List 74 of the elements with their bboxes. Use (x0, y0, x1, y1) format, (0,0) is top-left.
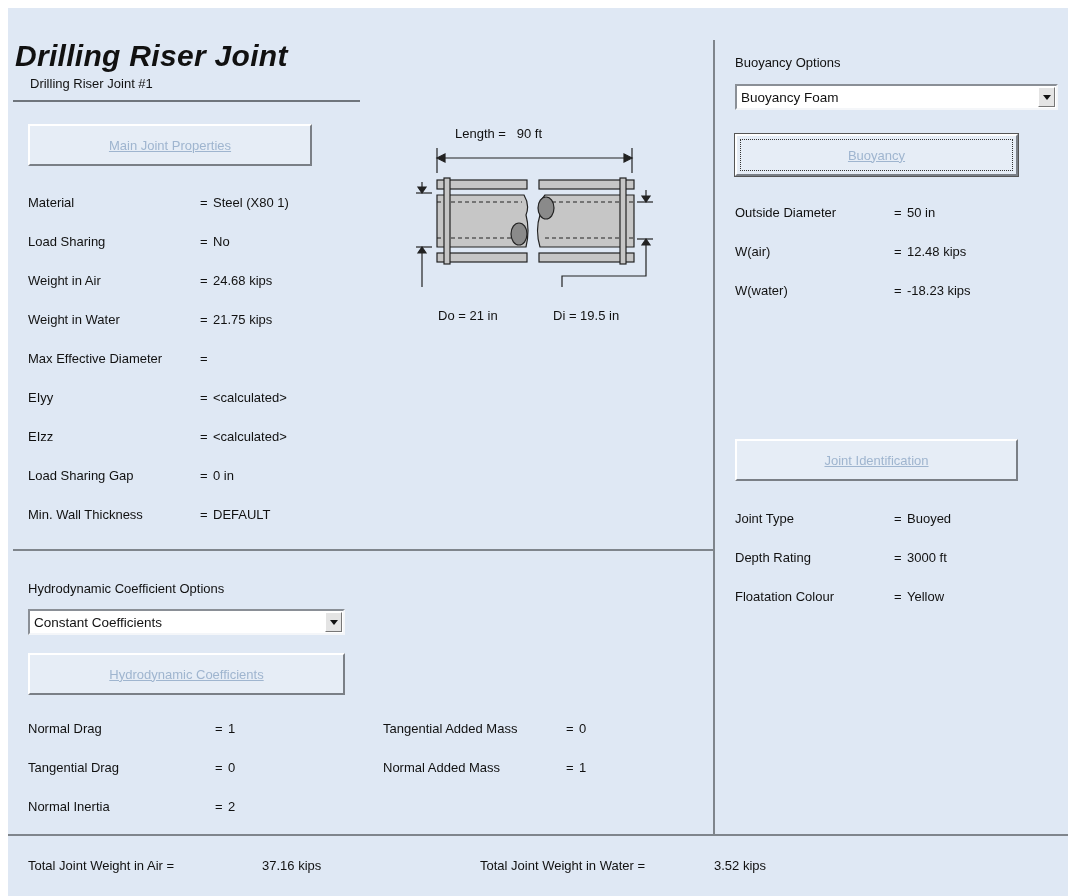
property-label: Min. Wall Thickness (28, 507, 143, 522)
property-label: W(water) (735, 283, 788, 298)
property-value: DEFAULT (213, 507, 271, 522)
property-label: W(air) (735, 244, 771, 259)
equals-sign: = (894, 511, 902, 526)
section-label: Buoyancy Options (735, 55, 841, 71)
property-value: 3000 ft (907, 550, 947, 565)
property-label: Floatation Colour (735, 589, 834, 604)
property-label: Load Sharing Gap (28, 468, 134, 483)
caret-down-icon (1042, 94, 1051, 100)
dimension-label: Do = 21 in (438, 308, 499, 324)
property-value: Yellow (907, 589, 945, 604)
property-label: Weight in Air (28, 273, 101, 288)
equals-sign: = (200, 468, 208, 483)
property-label: EIzz (28, 429, 54, 444)
property-label: Joint Type (735, 511, 795, 526)
total-label: Total Joint Weight in Air = (28, 857, 175, 873)
property-value: Buoyed (907, 511, 952, 526)
property-value: <calculated> (213, 429, 287, 444)
property-label: Load Sharing (28, 234, 106, 249)
combo-box[interactable]: Constant Coefficients (28, 609, 345, 635)
equals-sign: = (566, 721, 574, 736)
equals-sign: = (894, 550, 902, 565)
dimension-label: Di = 19.5 in (553, 308, 620, 324)
property-label: Depth Rating (735, 550, 811, 565)
property-value: 24.68 kips (213, 273, 273, 288)
property-value: Steel (X80 1) (213, 195, 289, 210)
property-value: 0 (228, 760, 236, 775)
equals-sign: = (894, 244, 902, 259)
equals-sign: = (894, 283, 902, 298)
equals-sign: = (200, 429, 208, 444)
property-value: 0 in (213, 468, 234, 483)
form-title: Drilling Riser Joint (15, 39, 288, 73)
property-label: Max Effective Diameter (28, 351, 163, 366)
property-value: 0 (579, 721, 587, 736)
property-label: Material (28, 195, 75, 210)
form-subtitle: Drilling Riser Joint #1 (30, 76, 153, 92)
equals-sign: = (200, 507, 208, 522)
total-label: Total Joint Weight in Water = (480, 857, 646, 873)
caret-down-icon (329, 619, 338, 625)
equals-sign: = (200, 312, 208, 327)
equals-sign: = (200, 390, 208, 405)
total-value: 3.52 kips (714, 857, 767, 873)
equals-sign: = (894, 589, 902, 604)
property-value: 21.75 kips (213, 312, 273, 327)
equals-sign: = (566, 760, 574, 775)
property-value: 50 in (907, 205, 936, 220)
equals-sign: = (200, 195, 208, 210)
property-value: 1 (228, 721, 236, 736)
equals-sign: = (215, 721, 223, 736)
property-label: Normal Inertia (28, 799, 110, 814)
total-value: 37.16 kips (262, 857, 322, 873)
section-label: Hydrodynamic Coefficient Options (28, 581, 225, 597)
property-label: Normal Drag (28, 721, 102, 736)
property-value: -18.23 kips (907, 283, 971, 298)
property-label: EIyy (28, 390, 54, 405)
property-value: 2 (228, 799, 236, 814)
equals-sign: = (894, 205, 902, 220)
combo-box[interactable]: Buoyancy Foam (735, 84, 1058, 110)
property-label: Weight in Water (28, 312, 120, 327)
property-label: Outside Diameter (735, 205, 837, 220)
property-label: Normal Added Mass (383, 760, 501, 775)
property-value: <calculated> (213, 390, 287, 405)
equals-sign: = (215, 799, 223, 814)
property-value: No (213, 234, 230, 249)
equals-sign: = (200, 234, 208, 249)
equals-sign: = (215, 760, 223, 775)
property-label: Tangential Added Mass (383, 721, 518, 736)
length-label: Length = 90 ft (454, 126, 544, 142)
property-value: 12.48 kips (907, 244, 967, 259)
equals-sign: = (200, 273, 208, 288)
equals-sign: = (200, 351, 208, 366)
property-label: Tangential Drag (28, 760, 120, 775)
property-value: 1 (579, 760, 587, 775)
